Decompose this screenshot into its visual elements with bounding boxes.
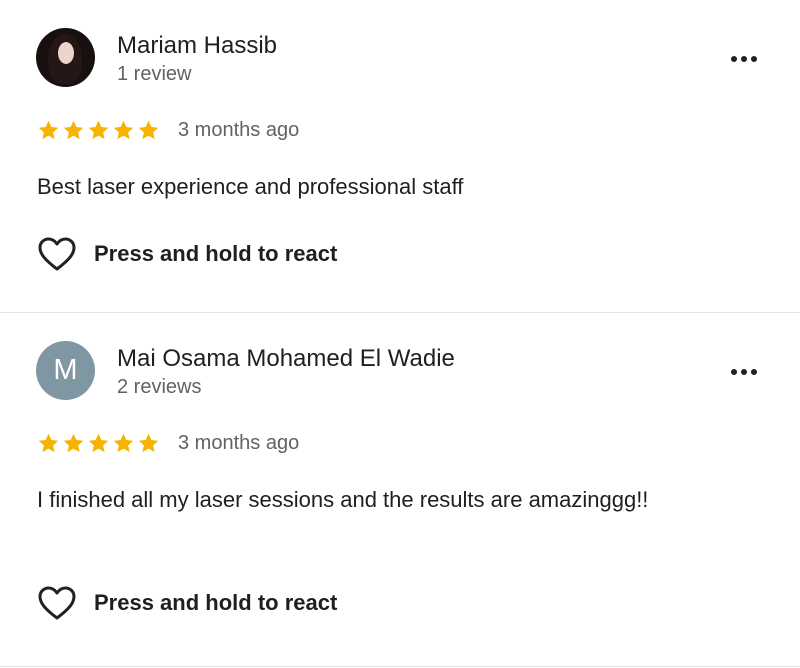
star-filled-icon: [88, 433, 109, 453]
heart-outline-icon: [38, 237, 76, 271]
more-options-button[interactable]: [726, 48, 762, 70]
star-filled-icon: [38, 433, 59, 453]
review-text: Best laser experience and professional s…: [37, 174, 464, 199]
review-card: M Mai Osama Mohamed El Wadie 2 reviews 3…: [0, 313, 800, 667]
rating-row: 3 months ago: [37, 119, 299, 142]
star-filled-icon: [113, 120, 134, 140]
star-rating: [37, 432, 160, 455]
react-label: Press and hold to react: [94, 590, 338, 615]
avatar[interactable]: [36, 28, 95, 87]
star-filled-icon: [63, 433, 84, 453]
star-filled-icon: [38, 120, 59, 140]
reviewer-review-count: 1 review: [117, 63, 192, 85]
reviewer-name[interactable]: Mariam Hassib: [117, 32, 277, 60]
star-filled-icon: [138, 120, 159, 140]
star-filled-icon: [138, 433, 159, 453]
review-text: I finished all my laser sessions and the…: [37, 487, 649, 512]
reviewer-name[interactable]: Mai Osama Mohamed El Wadie: [117, 345, 455, 373]
review-time: 3 months ago: [178, 432, 300, 454]
more-options-button[interactable]: [726, 361, 762, 383]
avatar-photo-face: [58, 42, 74, 64]
react-button[interactable]: Press and hold to react: [37, 585, 337, 621]
star-filled-icon: [63, 120, 84, 140]
reviews-list: Mariam Hassib 1 review 3 months ago Best…: [0, 0, 800, 667]
react-label: Press and hold to react: [94, 241, 338, 266]
heart-outline-icon: [38, 586, 76, 620]
star-filled-icon: [113, 433, 134, 453]
more-horizontal-icon: [751, 369, 757, 375]
react-button[interactable]: Press and hold to react: [37, 236, 337, 272]
more-horizontal-icon: [731, 369, 737, 375]
more-horizontal-icon: [731, 56, 737, 62]
avatar-initial: M: [53, 354, 78, 386]
rating-row: 3 months ago: [37, 432, 299, 455]
more-horizontal-icon: [751, 56, 757, 62]
review-time: 3 months ago: [178, 119, 300, 141]
reviewer-review-count: 2 reviews: [117, 376, 202, 398]
star-rating: [37, 119, 160, 142]
review-card: Mariam Hassib 1 review 3 months ago Best…: [0, 0, 800, 313]
avatar[interactable]: M: [36, 341, 95, 400]
star-filled-icon: [88, 120, 109, 140]
more-horizontal-icon: [741, 56, 747, 62]
more-horizontal-icon: [741, 369, 747, 375]
